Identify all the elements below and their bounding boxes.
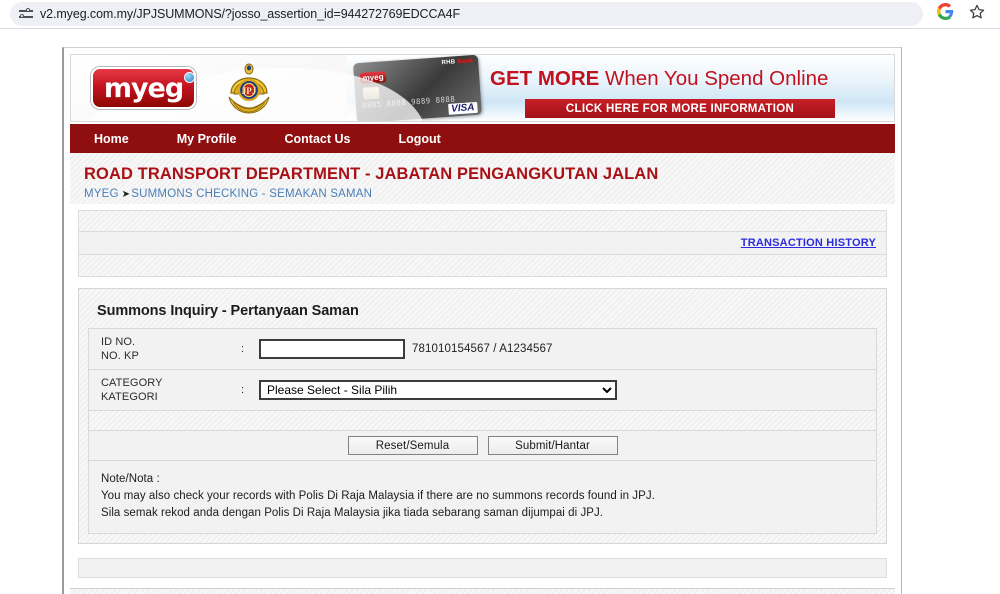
- google-g-icon[interactable]: [937, 3, 954, 25]
- content-spacer-below-txn: [78, 255, 887, 277]
- site-header: myeg JPJ RHB Bank myeg 8885 8888 9889 88…: [70, 54, 895, 122]
- id-number-hint: 781010154567 / A1234567: [412, 343, 553, 355]
- breadcrumb-root[interactable]: MYEG: [84, 188, 119, 200]
- page-footer: All logos and trademarks in this site ar…: [70, 588, 895, 594]
- content-spacer-top: [78, 210, 887, 232]
- title-block: ROAD TRANSPORT DEPARTMENT - JABATAN PENG…: [70, 153, 895, 204]
- credit-card-image: RHB Bank myeg 8885 8888 9889 8888 VISA: [353, 55, 482, 121]
- breadcrumb: MYEG ➤SUMMONS CHECKING - SEMAKAN SAMAN: [84, 188, 895, 200]
- transaction-history-link[interactable]: TRANSACTION HISTORY: [741, 237, 876, 249]
- jpj-emblem: JPJ: [228, 63, 270, 114]
- rhb-bank-label: RHB Bank: [441, 58, 474, 67]
- browser-viewport: myeg JPJ RHB Bank myeg 8885 8888 9889 88…: [0, 29, 1000, 594]
- nav-item-home[interactable]: Home: [94, 132, 129, 146]
- nav-item-my-profile[interactable]: My Profile: [177, 132, 237, 146]
- field-label-category-my: KATEGORI: [101, 391, 158, 403]
- form-gap-row: [88, 411, 877, 431]
- ad-headline-light: When You Spend Online: [599, 67, 829, 90]
- site-settings-icon[interactable]: [18, 6, 34, 22]
- visa-logo: VISA: [447, 101, 478, 115]
- bookmark-star-icon[interactable]: [968, 3, 986, 26]
- reset-button[interactable]: Reset/Semula: [347, 436, 478, 455]
- ad-headline: GET MORE When You Spend Online: [490, 67, 828, 91]
- field-label-category: CATEGORY KATEGORI: [101, 376, 241, 404]
- main-navigation: Home My Profile Contact Us Logout: [70, 124, 895, 153]
- page-frame: myeg JPJ RHB Bank myeg 8885 8888 9889 88…: [62, 47, 902, 594]
- card-myeg-logo: myeg: [359, 71, 387, 84]
- form-button-row: Reset/Semula Submit/Hantar: [88, 431, 877, 461]
- field-label-id-no-en: ID NO.: [101, 336, 136, 348]
- field-colon-category: :: [241, 384, 245, 396]
- myeg-logo-text: myeg: [103, 72, 184, 104]
- field-label-id-no: ID NO. NO. KP: [101, 335, 241, 363]
- field-row-id-no: ID NO. NO. KP : 781010154567 / A1234567: [88, 328, 877, 370]
- url-text: v2.myeg.com.my/JPJSUMMONS/?josso_asserti…: [40, 7, 461, 21]
- note-line-en: You may also check your records with Pol…: [101, 490, 655, 502]
- summons-inquiry-card: Summons Inquiry - Pertanyaan Saman ID NO…: [78, 288, 887, 544]
- card-number: 8885 8888 9889 8888: [361, 94, 456, 110]
- advertisement-banner[interactable]: RHB Bank myeg 8885 8888 9889 8888 VISA G…: [347, 55, 894, 121]
- globe-icon: [184, 72, 195, 83]
- field-label-id-no-my: NO. KP: [101, 350, 139, 362]
- breadcrumb-arrow-icon: ➤: [121, 189, 131, 200]
- browser-toolbar: v2.myeg.com.my/JPJSUMMONS/?josso_asserti…: [0, 0, 1000, 29]
- nav-item-contact-us[interactable]: Contact Us: [284, 132, 350, 146]
- note-box: Note/Nota : You may also check your reco…: [88, 461, 877, 534]
- submit-button[interactable]: Submit/Hantar: [487, 436, 618, 455]
- field-row-category: CATEGORY KATEGORI : Please Select - Sila…: [88, 370, 877, 411]
- breadcrumb-current: SUMMONS CHECKING - SEMAKAN SAMAN: [131, 188, 373, 200]
- myeg-logo[interactable]: myeg: [91, 67, 196, 109]
- nav-item-logout[interactable]: Logout: [398, 132, 440, 146]
- ad-headline-bold: GET MORE: [490, 67, 600, 90]
- note-heading: Note/Nota :: [101, 473, 160, 485]
- page-title: ROAD TRANSPORT DEPARTMENT - JABATAN PENG…: [84, 165, 659, 183]
- field-label-category-en: CATEGORY: [101, 377, 163, 389]
- card-chip-icon: [362, 86, 380, 100]
- category-select[interactable]: Please Select - Sila Pilih: [259, 380, 617, 400]
- page-content: ROAD TRANSPORT DEPARTMENT - JABATAN PENG…: [70, 153, 895, 594]
- id-number-input[interactable]: [259, 339, 405, 359]
- note-line-my: Sila semak rekod anda dengan Polis Di Ra…: [101, 507, 604, 519]
- svg-text:JPJ: JPJ: [242, 86, 257, 96]
- address-bar[interactable]: v2.myeg.com.my/JPJSUMMONS/?josso_asserti…: [10, 2, 923, 26]
- field-colon-id-no: :: [241, 343, 245, 355]
- content-spacer-bottom: [78, 558, 887, 578]
- ad-cta-button[interactable]: CLICK HERE FOR MORE INFORMATION: [525, 99, 835, 118]
- transaction-history-bar: TRANSACTION HISTORY: [78, 232, 887, 255]
- browser-actions: [925, 3, 992, 26]
- form-title: Summons Inquiry - Pertanyaan Saman: [97, 303, 359, 319]
